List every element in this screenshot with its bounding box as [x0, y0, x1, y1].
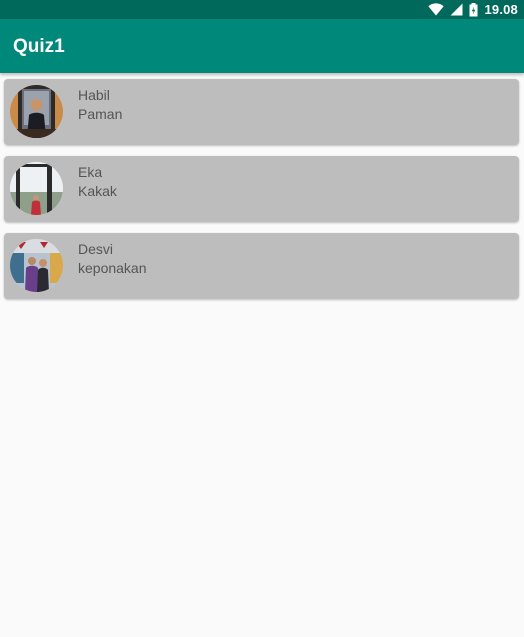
- contact-card-desvi[interactable]: Desvi keponakan: [4, 233, 519, 299]
- avatar-photo-habil: [10, 85, 63, 138]
- status-time: 19.08: [484, 2, 518, 17]
- contact-name: Eka: [78, 164, 103, 180]
- contact-card-habil[interactable]: Habil Paman: [4, 79, 519, 145]
- avatar-photo-eka: [10, 162, 63, 215]
- contact-card-eka[interactable]: Eka Kakak: [4, 156, 519, 222]
- contact-list: Habil Paman Eka Kakak Desvi keponakan: [4, 79, 519, 310]
- contact-name: Habil: [78, 87, 110, 103]
- battery-icon: [469, 2, 478, 17]
- status-icons: 19.08: [428, 0, 518, 19]
- app-bar: Quiz1: [0, 19, 524, 73]
- avatar-photo-desvi: [10, 239, 63, 292]
- app-title: Quiz1: [13, 36, 65, 57]
- wifi-icon: [428, 3, 445, 16]
- contact-name: Desvi: [78, 241, 114, 257]
- contact-relation: keponakan: [78, 260, 147, 276]
- status-bar: 19.08: [0, 0, 524, 19]
- contact-relation: Kakak: [78, 183, 117, 199]
- contact-relation: Paman: [78, 106, 123, 122]
- signal-icon: [450, 3, 463, 16]
